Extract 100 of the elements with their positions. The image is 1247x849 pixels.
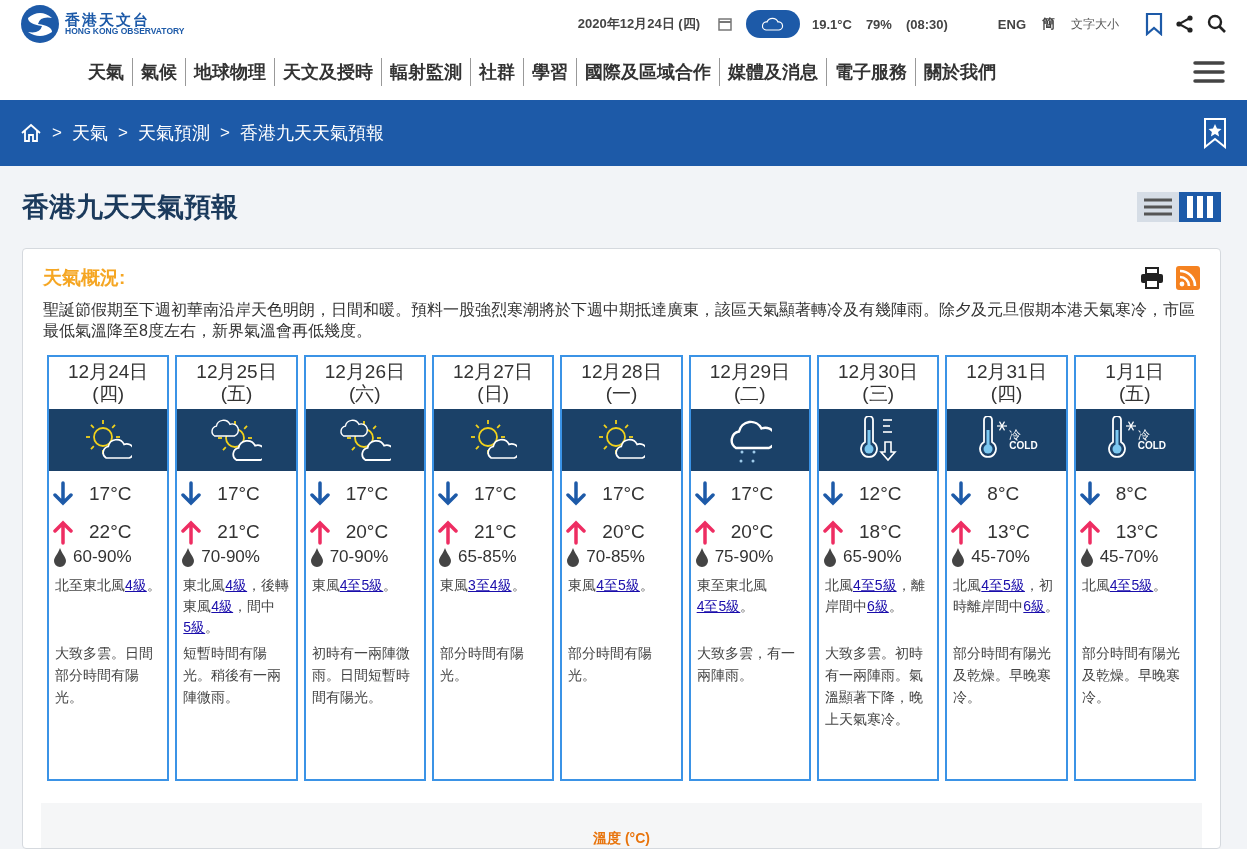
- wind-text: 北風4至5級，離岸間中6級。: [825, 576, 926, 616]
- humidity-range: 65-90%: [843, 547, 902, 567]
- page-title: 香港九天天氣預報: [22, 191, 239, 224]
- max-temperature: 20°C: [602, 521, 645, 543]
- humidity-range: 45-70%: [1099, 547, 1159, 567]
- rss-button[interactable]: [1176, 266, 1200, 290]
- font-size-link[interactable]: 文字大小: [1071, 15, 1119, 33]
- min-temperature: 17°C: [730, 483, 774, 505]
- forecast-date: 12月24日: [67, 361, 150, 383]
- wind-force-link[interactable]: 6級: [1023, 598, 1046, 614]
- logo-subtitle: HONG KONG OBSERVATORY: [65, 27, 185, 36]
- nav-link[interactable]: 社群: [470, 58, 523, 86]
- wind-force-link[interactable]: 4至5級: [339, 577, 384, 593]
- min-temperature: 17°C: [474, 483, 517, 505]
- breadcrumb-link[interactable]: 香港九天天氣預報: [239, 121, 384, 145]
- nav-link[interactable]: 輻射監測: [381, 58, 470, 86]
- nav-link[interactable]: 氣候: [132, 58, 185, 86]
- min-temperature: 17°C: [217, 483, 260, 505]
- down-arrow-icon: [438, 481, 458, 507]
- breadcrumb-link[interactable]: 天氣: [71, 121, 108, 145]
- list-view-button[interactable]: [1137, 192, 1179, 222]
- wind-force-link[interactable]: 4級: [125, 577, 147, 593]
- up-arrow-icon: [823, 519, 843, 545]
- share-button[interactable]: [1175, 14, 1195, 34]
- language-link[interactable]: ENG: [997, 16, 1026, 32]
- wind-force-link[interactable]: 4至5級: [853, 577, 897, 593]
- forecast-weekday: (四): [989, 383, 1024, 405]
- wind-force-link[interactable]: 5級: [183, 619, 206, 635]
- wind-force-link[interactable]: 4至5級: [981, 577, 1025, 593]
- humidity-range: 75-90%: [714, 547, 774, 567]
- wind-text: 北至東北風4級。: [55, 576, 162, 595]
- up-arrow-icon: [951, 519, 972, 545]
- wind-force-link[interactable]: 4至5級: [596, 577, 640, 593]
- breadcrumb-separator: >: [52, 123, 62, 143]
- humidity-range: 60-90%: [73, 547, 132, 567]
- weather-pill[interactable]: [746, 10, 800, 38]
- wind-text: 北風4至5級。: [1081, 576, 1169, 595]
- wind-force-link[interactable]: 4至5級: [1109, 577, 1154, 593]
- bookmark-icon: [1145, 12, 1163, 36]
- nav-link[interactable]: 天文及授時: [274, 58, 381, 86]
- wind-text: 東北風4級，後轉東風4級，間中 5級。: [183, 576, 290, 637]
- cold-label: COLD: [1009, 441, 1038, 451]
- column-view-button[interactable]: [1179, 192, 1221, 222]
- share-icon: [1175, 14, 1195, 34]
- humidity-range: 70-85%: [586, 547, 645, 567]
- nav-link[interactable]: 媒體及消息: [719, 58, 826, 86]
- print-button[interactable]: [1140, 267, 1164, 289]
- search-button[interactable]: [1207, 14, 1227, 34]
- wind-force-link[interactable]: 3至4級: [468, 577, 512, 593]
- max-temperature: 20°C: [345, 521, 389, 543]
- breadcrumb-link[interactable]: 天氣預測: [137, 121, 210, 145]
- up-arrow-icon: [694, 519, 715, 545]
- max-temperature: 22°C: [89, 521, 132, 543]
- nav-link[interactable]: 學習: [523, 58, 576, 86]
- menu-icon: [1193, 60, 1225, 84]
- menu-button[interactable]: [1193, 60, 1225, 84]
- forecast-weekday: (一): [604, 383, 639, 405]
- forecast-weekday: (二): [733, 383, 767, 405]
- forecast-date: 12月27日: [452, 361, 535, 383]
- min-temperature: 17°C: [89, 483, 132, 505]
- forecast-weekday: (三): [861, 383, 895, 405]
- down-arrow-icon: [823, 481, 843, 507]
- bookmark-button[interactable]: [1145, 12, 1163, 36]
- drop-icon: [566, 547, 581, 567]
- nav-link[interactable]: 電子服務: [826, 58, 915, 86]
- wind-force-link[interactable]: 4至5級: [696, 598, 741, 614]
- humidity-range: 65-85%: [458, 547, 517, 567]
- wind-text: 東風4至5級。: [311, 576, 399, 595]
- wind-force-link[interactable]: 4級: [211, 598, 234, 614]
- max-temperature: 18°C: [859, 521, 902, 543]
- forecast-weekday: (四): [91, 383, 125, 405]
- up-arrow-icon: [309, 519, 330, 545]
- bookmark-star-icon[interactable]: [1203, 117, 1227, 149]
- wind-force-link[interactable]: 4級: [225, 577, 248, 593]
- nav-link[interactable]: 國際及區域合作: [576, 58, 719, 86]
- nav-link[interactable]: 關於我們: [915, 58, 1004, 86]
- wind-force-link[interactable]: 6級: [867, 598, 889, 614]
- weather-description: 部分時間有陽光及乾燥。早晚寒冷。: [953, 644, 1053, 707]
- temperature-text: 19.1°C: [812, 16, 852, 32]
- nav-link[interactable]: 地球物理: [185, 58, 274, 86]
- forecast-weekday: (五): [1118, 383, 1152, 405]
- nav-link[interactable]: 天氣: [80, 58, 132, 86]
- cold-label: 冷: [1137, 429, 1151, 441]
- drop-icon: [309, 547, 324, 567]
- home-icon[interactable]: [20, 123, 42, 143]
- drop-icon: [694, 547, 709, 567]
- language-link[interactable]: 簡: [1042, 15, 1055, 33]
- weather-description: 大致多雲。日間部分時間有陽光。: [55, 644, 154, 707]
- down-arrow-icon: [951, 481, 972, 507]
- up-arrow-icon: [53, 519, 73, 545]
- columns-icon: [1187, 196, 1213, 218]
- down-arrow-icon: [694, 481, 715, 507]
- weather-description: 初時有一兩陣微雨。日間短暫時間有陽光。: [311, 644, 411, 707]
- humidity-range: 45-70%: [971, 547, 1030, 567]
- min-temperature: 8°C: [987, 483, 1020, 505]
- humidity-range: 70-90%: [329, 547, 389, 567]
- forecast-date: 12月25日: [195, 361, 278, 383]
- forecast-date: 12月29日: [708, 361, 791, 383]
- weather-description: 部分時間有陽光。: [440, 644, 525, 685]
- up-arrow-icon: [566, 519, 587, 545]
